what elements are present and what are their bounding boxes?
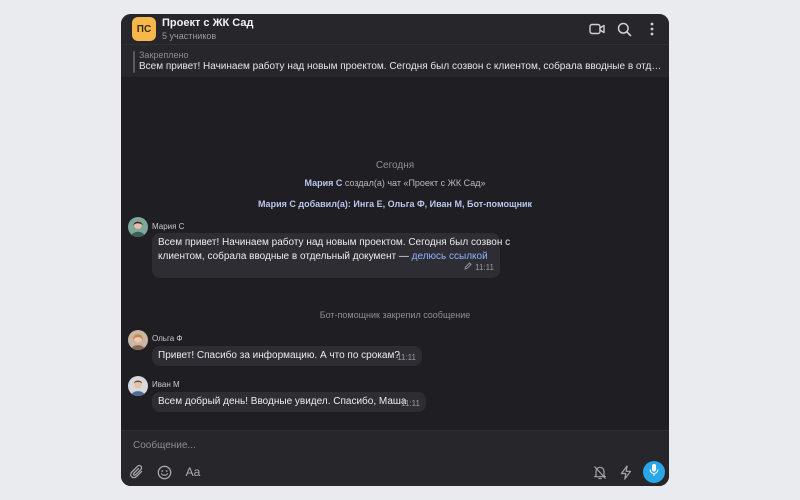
system-text: добавил(а): xyxy=(295,199,354,209)
message-sender[interactable]: Иван М xyxy=(152,380,180,389)
chat-title[interactable]: Проект с ЖК Сад xyxy=(162,17,253,29)
silent-notification-icon[interactable] xyxy=(591,463,609,481)
date-separator: Сегодня xyxy=(375,160,415,171)
avatar[interactable] xyxy=(128,330,148,350)
message-line: Всем привет! Начинаем работу над новым п… xyxy=(158,237,511,248)
message-bubble[interactable]: Всем привет! Начинаем работу над новым п… xyxy=(152,233,510,278)
pinned-indicator xyxy=(133,51,135,73)
message-line: клиентом, собрала вводные в отдельный до… xyxy=(158,251,412,262)
message-time: 11:11 xyxy=(397,353,416,362)
message-bubble[interactable]: Привет! Спасибо за информацию. А что по … xyxy=(152,346,422,366)
system-actor[interactable]: Мария С xyxy=(304,178,342,188)
added-members[interactable]: Инга Е, Ольга Ф, Иван М, Бот-помощник xyxy=(353,199,532,209)
message-time: 11:11 xyxy=(475,263,494,272)
participants-count[interactable]: 5 участников xyxy=(162,31,216,41)
system-message-pinned: Бот-помощник закрепил сообщение xyxy=(319,310,471,320)
more-options-icon[interactable] xyxy=(643,20,661,38)
message-input[interactable] xyxy=(131,436,555,454)
edited-pencil-icon xyxy=(464,261,472,275)
pinned-text: Всем привет! Начинаем работу над новым п… xyxy=(139,61,663,72)
message-bubble[interactable]: Всем добрый день! Вводные увидел. Спасиб… xyxy=(152,392,426,412)
message-sender[interactable]: Мария С xyxy=(152,222,184,231)
video-call-icon[interactable] xyxy=(588,20,606,38)
message-sender[interactable]: Ольга Ф xyxy=(152,334,182,343)
pinned-label: Закреплено xyxy=(139,50,189,60)
message-text: Всем привет! Начинаем работу над новым п… xyxy=(158,236,510,264)
text-format-button[interactable]: Aa xyxy=(182,463,204,481)
search-icon[interactable] xyxy=(615,20,633,38)
message-text: Всем добрый день! Вводные увидел. Спасиб… xyxy=(158,396,407,407)
system-message-created: Мария С создал(а) чат «Проект с ЖК Сад» xyxy=(121,178,669,188)
message-text: Привет! Спасибо за информацию. А что по … xyxy=(158,350,400,361)
emoji-icon[interactable] xyxy=(155,463,173,481)
chat-avatar[interactable]: ПС xyxy=(132,17,156,41)
microphone-icon xyxy=(649,463,659,482)
system-text: создал(а) чат «Проект с ЖК Сад» xyxy=(342,178,486,188)
chat-window: ПС Проект с ЖК Сад 5 участников Закрепле… xyxy=(121,14,669,486)
avatar[interactable] xyxy=(128,217,148,237)
message-meta: 11:11 xyxy=(464,261,494,275)
attach-icon[interactable] xyxy=(128,463,146,481)
message-composer: Aa xyxy=(121,430,669,486)
chat-header: ПС Проект с ЖК Сад 5 участников xyxy=(121,14,669,44)
lightning-icon[interactable] xyxy=(617,463,635,481)
pinned-message[interactable]: Закреплено Всем привет! Начинаем работу … xyxy=(121,44,669,77)
system-message-added: Мария С добавил(а): Инга Е, Ольга Ф, Ива… xyxy=(121,199,669,209)
voice-message-button[interactable] xyxy=(643,461,665,483)
message-time: 11:11 xyxy=(401,399,420,408)
avatar[interactable] xyxy=(128,376,148,396)
system-actor[interactable]: Мария С xyxy=(258,199,296,209)
